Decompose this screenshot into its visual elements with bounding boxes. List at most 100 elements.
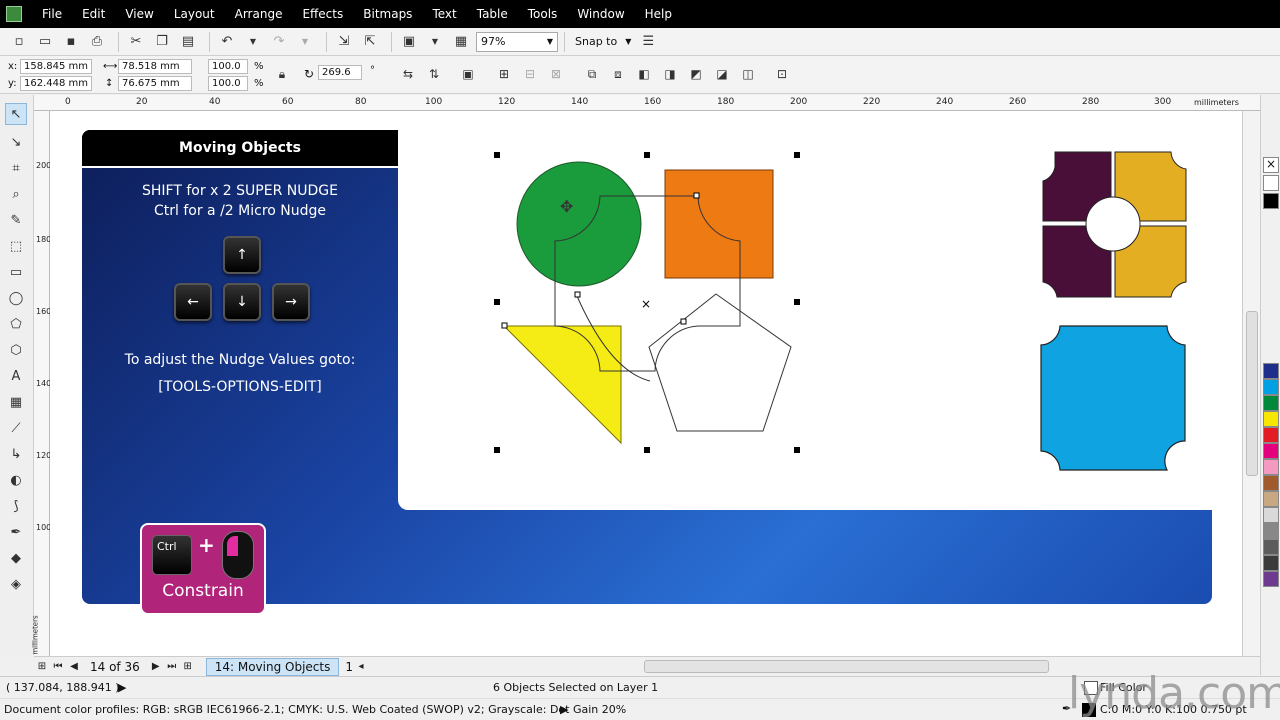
basic-shapes-icon[interactable]: ⬡ [5,339,27,361]
color-swatch[interactable] [1263,411,1279,427]
add-page-before-icon[interactable]: ⊞ [34,659,50,675]
handle-top-left[interactable] [494,152,500,158]
ungroup-all-icon[interactable]: ⊠ [546,64,566,84]
intersect-icon[interactable]: ◨ [660,64,680,84]
save-icon[interactable]: ▪ [60,31,82,53]
color-swatch[interactable] [1263,491,1279,507]
interactive-fill-icon[interactable]: ◈ [5,573,27,595]
handle-middle-right[interactable] [794,299,800,305]
eyedropper-tool-icon[interactable]: ⟆ [5,495,27,517]
page-tab-moving-objects[interactable]: 14: Moving Objects [205,657,340,676]
table-tool-icon[interactable]: ▦ [5,391,27,413]
polygon-tool-icon[interactable]: ⬠ [5,313,27,335]
undo-icon[interactable]: ↶ [216,31,238,53]
paste-icon[interactable]: ▤ [177,31,199,53]
y-position-field[interactable]: 162.448 mm [20,76,92,91]
mirror-horizontal-icon[interactable]: ⇆ [398,64,418,84]
zoom-level-combo[interactable]: 97% ▼ [476,31,558,52]
menu-arrange[interactable]: Arrange [225,0,293,28]
connector-tool-icon[interactable]: ↳ [5,443,27,465]
scale-y-field[interactable]: 100.0 [208,76,248,91]
handle-top-middle[interactable] [644,152,650,158]
trim-icon[interactable]: ◧ [634,64,654,84]
horizontal-scrollbar[interactable] [644,660,1049,673]
new-document-icon[interactable]: ▫ [8,31,30,53]
combine-icon[interactable]: ⧉ [582,64,602,84]
redo-icon[interactable]: ↷ [268,31,290,53]
outline-pen-icon[interactable]: ✒ [5,521,27,543]
open-folder-icon[interactable]: ▭ [34,31,56,53]
handle-bottom-left[interactable] [494,447,500,453]
import-icon[interactable]: ⇲ [333,31,355,53]
x-position-field[interactable]: 158.845 mm [20,59,92,74]
rectangle-tool-icon[interactable]: ▭ [5,261,27,283]
color-swatch[interactable] [1263,507,1279,523]
vertical-scrollbar[interactable] [1242,111,1260,656]
export-icon[interactable]: ⇱ [359,31,381,53]
options-icon[interactable]: ☰ [637,31,659,53]
no-color-swatch[interactable]: × [1263,157,1279,173]
color-swatch[interactable] [1263,175,1279,191]
color-swatch[interactable] [1263,395,1279,411]
scroll-tabs-left-icon[interactable]: ◂ [353,659,369,675]
handle-top-right[interactable] [794,152,800,158]
outline-pentagon[interactable] [648,293,792,432]
page-tab-next[interactable]: 1 [345,660,353,674]
color-swatch[interactable] [1263,555,1279,571]
drawing-canvas[interactable]: Moving Objects SHIFT for x 2 SUPER NUDGE… [50,111,1242,656]
print-icon[interactable]: ⎙ [86,31,108,53]
menu-edit[interactable]: Edit [72,0,115,28]
mirror-vertical-icon[interactable]: ⇅ [424,64,444,84]
text-tool-icon[interactable]: A [5,365,27,387]
cyan-notched-square[interactable] [1040,325,1186,471]
color-swatch[interactable] [1263,427,1279,443]
color-swatch[interactable] [1263,443,1279,459]
launcher-dropdown-icon[interactable]: ▼ [424,31,446,53]
menu-tools[interactable]: Tools [518,0,568,28]
copy-icon[interactable]: ❐ [151,31,173,53]
front-minus-back-icon[interactable]: ◪ [712,64,732,84]
shape-tool-icon[interactable]: ↘ [5,131,27,153]
snap-to-dropdown[interactable]: Snap to ▼ [575,35,631,48]
ellipse-tool-icon[interactable]: ◯ [5,287,27,309]
weld-icon[interactable]: ⧈ [608,64,628,84]
rotation-field[interactable]: 269.6 [318,65,362,80]
color-swatch[interactable] [1263,193,1279,209]
pick-tool-icon[interactable]: ↖ [5,103,27,125]
color-swatch[interactable] [1263,523,1279,539]
lock-ratio-icon[interactable]: 🔒︎ [272,64,292,84]
redo-dropdown-icon[interactable]: ▼ [294,31,316,53]
handle-middle-left[interactable] [494,299,500,305]
menu-file[interactable]: File [32,0,72,28]
freehand-tool-icon[interactable]: ✎ [5,209,27,231]
play-icon[interactable]: ▶ [118,681,126,694]
undo-dropdown-icon[interactable]: ▼ [242,31,264,53]
cut-icon[interactable]: ✂ [125,31,147,53]
menu-view[interactable]: View [115,0,163,28]
last-page-icon[interactable]: ⏭ [164,659,180,675]
orange-square[interactable] [664,169,774,279]
menu-help[interactable]: Help [635,0,682,28]
scale-x-field[interactable]: 100.0 [208,59,248,74]
menu-table[interactable]: Table [467,0,518,28]
blend-tool-icon[interactable]: ◐ [5,469,27,491]
selection-center-icon[interactable]: × [641,297,651,311]
menu-effects[interactable]: Effects [292,0,353,28]
zoom-tool-icon[interactable]: ⌕ [5,183,27,205]
color-swatch[interactable] [1263,571,1279,587]
group-icon[interactable]: ⊞ [494,64,514,84]
color-swatch[interactable] [1263,539,1279,555]
color-swatch[interactable] [1263,363,1279,379]
simplify-icon[interactable]: ◩ [686,64,706,84]
dimension-tool-icon[interactable]: ⟋ [5,417,27,439]
crop-tool-icon[interactable]: ⌗ [5,157,27,179]
application-launcher-icon[interactable]: ▣ [398,31,420,53]
color-swatch[interactable] [1263,459,1279,475]
fill-tool-icon[interactable]: ◆ [5,547,27,569]
color-swatch[interactable] [1263,379,1279,395]
handle-bottom-middle[interactable] [644,447,650,453]
first-page-icon[interactable]: ⏮ [50,659,66,675]
arrange-order-icon[interactable]: ▣ [458,64,478,84]
vertical-scroll-thumb[interactable] [1246,311,1258,476]
ungroup-icon[interactable]: ⊟ [520,64,540,84]
